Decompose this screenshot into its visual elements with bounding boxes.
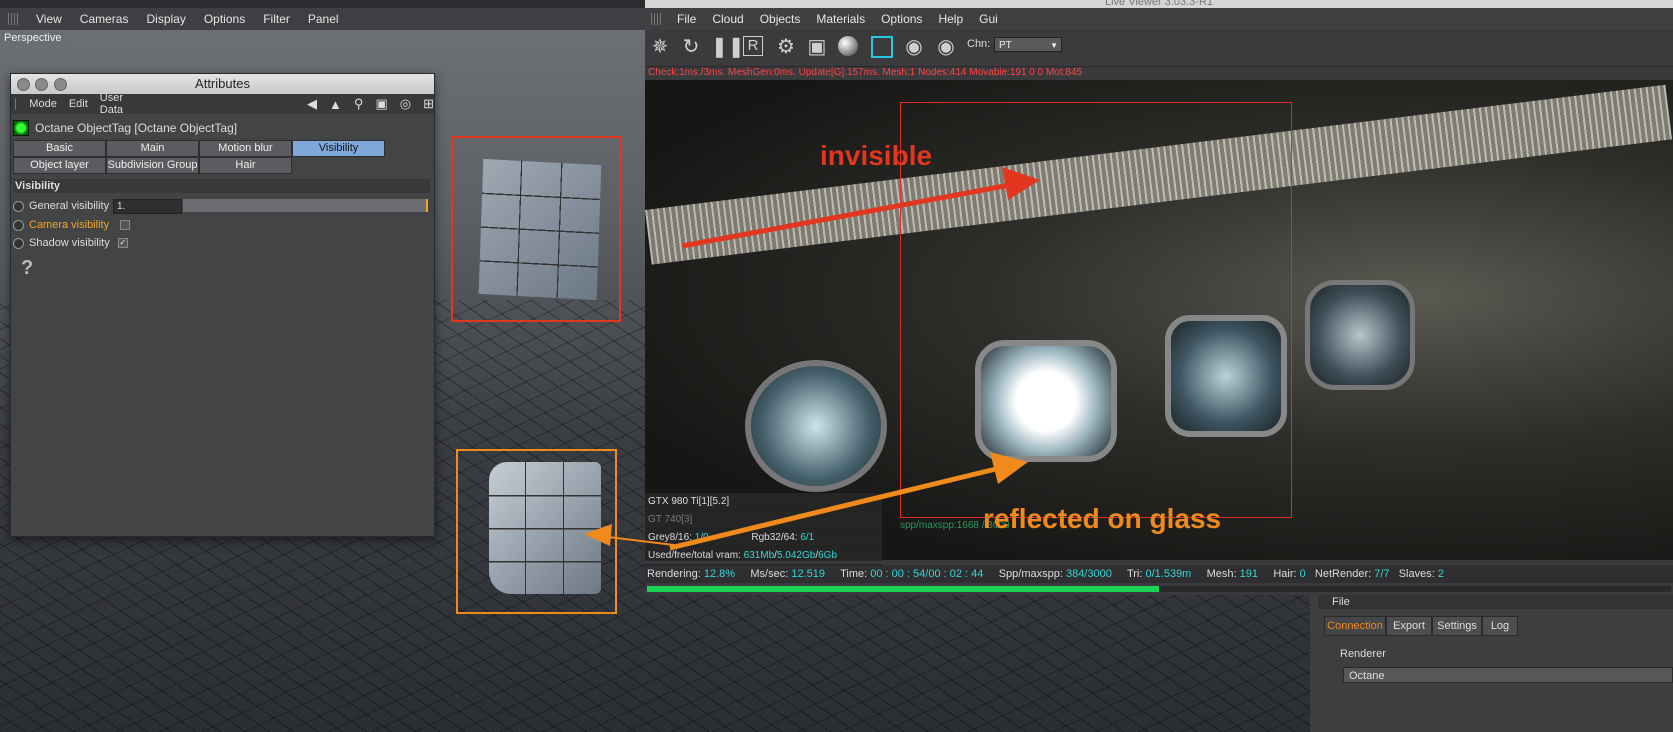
arrow-invisible-head [1002, 167, 1040, 200]
arrow-invisible-line [681, 182, 1011, 249]
arrow-reflected-line [669, 465, 1001, 551]
annotation-reflected: reflected on glass [983, 503, 1222, 534]
arrow-patch-head [584, 524, 612, 546]
annotation-arrows [584, 167, 1040, 551]
annotation-invisible: invisible [820, 140, 933, 171]
arrow-reflected-head [990, 452, 1028, 484]
arrow-patch-line [599, 535, 683, 547]
